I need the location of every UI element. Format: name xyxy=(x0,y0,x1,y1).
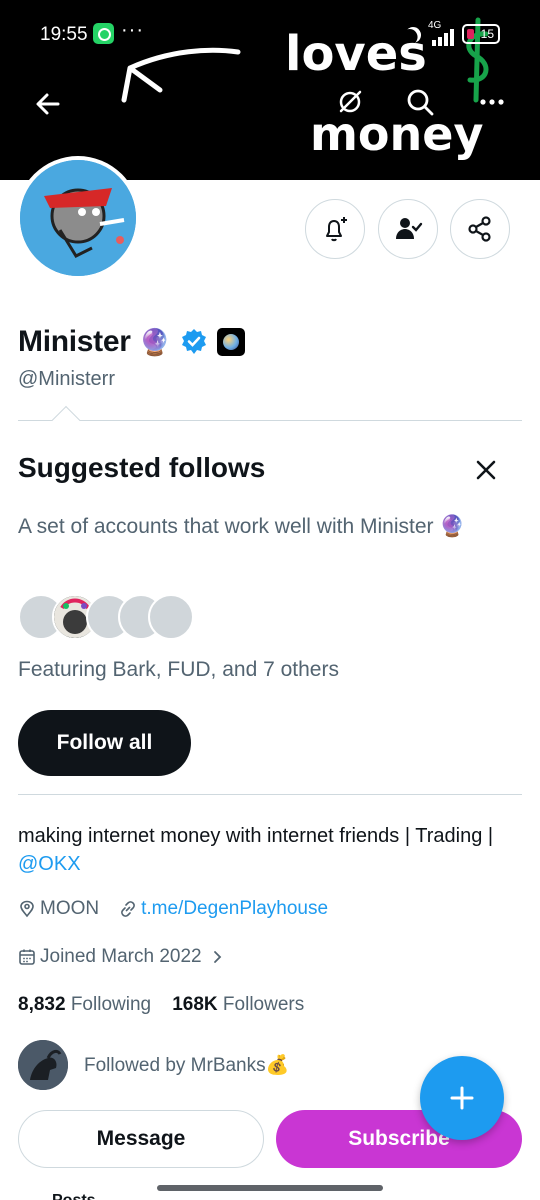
section-divider xyxy=(18,794,522,795)
verified-badge-icon[interactable] xyxy=(179,327,209,357)
message-button[interactable]: Message xyxy=(18,1110,264,1168)
plus-icon xyxy=(450,1086,474,1110)
following-button[interactable] xyxy=(378,199,438,259)
following-stat[interactable]: 8,832 Following xyxy=(18,994,151,1015)
profile-handle: @Ministerr xyxy=(18,368,115,390)
back-button[interactable] xyxy=(30,86,66,122)
profile-meta-row: MOON t.me/DegenPlayhouse xyxy=(18,898,328,920)
whatsapp-icon xyxy=(93,23,114,44)
joined-text: Joined March 2022 xyxy=(40,946,202,967)
suggested-divider xyxy=(18,420,522,421)
bio-text: making internet money with internet frie… xyxy=(18,825,494,847)
followers-count: 168K xyxy=(172,994,218,1015)
avatar-image xyxy=(20,160,136,276)
bio-mention-link[interactable]: @OKX xyxy=(18,853,81,875)
signal-icon xyxy=(432,29,454,46)
compose-post-button[interactable] xyxy=(420,1056,504,1140)
crystal-ball-emoji: 🔮 xyxy=(138,326,171,357)
link-icon xyxy=(121,901,136,917)
person-check-icon xyxy=(396,218,423,239)
followers-stat[interactable]: 168K Followers xyxy=(172,994,304,1015)
location-text: MOON xyxy=(40,898,100,919)
profile-avatar[interactable] xyxy=(16,156,140,280)
gesture-bar xyxy=(157,1185,383,1191)
followed-by-text: Followed by MrBanks💰 xyxy=(84,1055,290,1076)
suggested-follows-title: Suggested follows xyxy=(18,452,266,483)
more-horizontal-icon[interactable] xyxy=(474,84,510,120)
status-bar: 19:55 ··· 4G 15 xyxy=(0,18,540,50)
profile-bio: making internet money with internet frie… xyxy=(18,822,518,878)
affiliate-badge-icon[interactable] xyxy=(217,328,245,356)
featuring-text: Featuring Bark, FUD, and 7 others xyxy=(18,658,339,681)
share-button[interactable] xyxy=(450,199,510,259)
joined-row[interactable]: Joined March 2022 xyxy=(18,946,230,968)
chevron-right-icon xyxy=(213,951,221,963)
suggested-avatars[interactable] xyxy=(18,594,218,640)
tab-posts[interactable]: Posts xyxy=(52,1192,96,1200)
do-not-disturb-icon xyxy=(402,24,424,46)
website-link[interactable]: t.me/DegenPlayhouse xyxy=(141,898,328,920)
status-time: 19:55 xyxy=(40,24,88,45)
profile-banner: loves money 19:55 ··· 4G 15 xyxy=(0,0,540,180)
name-row: Minister 🔮 xyxy=(18,322,245,362)
bell-plus-icon xyxy=(326,217,347,242)
suggested-description: A set of accounts that work well with Mi… xyxy=(18,515,466,538)
suggested-caret xyxy=(51,405,81,435)
display-name: Minister xyxy=(18,325,131,358)
battery-icon: 15 xyxy=(462,24,500,44)
followed-by-row[interactable]: Followed by MrBanks💰 xyxy=(18,1040,289,1090)
status-more-icon: ··· xyxy=(121,19,144,41)
followers-label: Followers xyxy=(222,994,305,1015)
notify-button[interactable] xyxy=(305,199,365,259)
grok-icon[interactable] xyxy=(332,84,368,120)
share-icon xyxy=(468,216,491,242)
calendar-icon xyxy=(19,949,35,965)
follow-all-button[interactable]: Follow all xyxy=(18,710,191,776)
follower-avatar xyxy=(18,1040,68,1090)
search-icon[interactable] xyxy=(402,84,438,120)
close-icon[interactable] xyxy=(470,454,502,486)
location-icon xyxy=(20,900,34,918)
suggested-avatar xyxy=(148,594,194,640)
following-count: 8,832 xyxy=(18,994,66,1015)
following-label: Following xyxy=(70,994,152,1015)
follow-stats: 8,832 Following 168K Followers xyxy=(18,994,304,1016)
